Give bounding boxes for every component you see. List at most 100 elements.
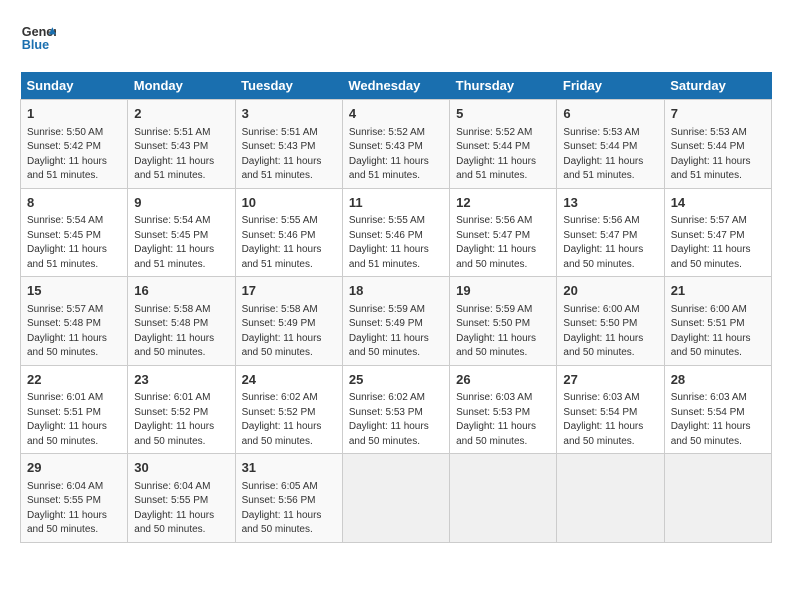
calendar-week-row: 8 Sunrise: 5:54 AMSunset: 5:45 PMDaylight… <box>21 188 772 277</box>
day-info: Sunrise: 5:52 AMSunset: 5:44 PMDaylight:… <box>456 127 536 182</box>
day-info: Sunrise: 5:57 AMSunset: 5:47 PMDaylight:… <box>671 215 751 270</box>
calendar-day-header: Sunday <box>21 72 128 100</box>
day-info: Sunrise: 5:58 AMSunset: 5:49 PMDaylight:… <box>242 304 322 359</box>
calendar-day-cell: 9 Sunrise: 5:54 AMSunset: 5:45 PMDaylight… <box>128 188 235 277</box>
day-info: Sunrise: 5:53 AMSunset: 5:44 PMDaylight:… <box>671 127 751 182</box>
day-number: 2 <box>134 105 228 123</box>
calendar-day-cell: 11Sunrise: 5:55 AMSunset: 5:46 PMDayligh… <box>342 188 449 277</box>
page-header: General Blue <box>20 20 772 56</box>
calendar-header-row: SundayMondayTuesdayWednesdayThursdayFrid… <box>21 72 772 100</box>
day-info: Sunrise: 5:59 AMSunset: 5:50 PMDaylight:… <box>456 304 536 359</box>
calendar-week-row: 1Sunrise: 5:50 AMSunset: 5:42 PMDaylight… <box>21 100 772 189</box>
calendar-week-row: 29 Sunrise: 6:04 AMSunset: 5:55 PMDayligh… <box>21 454 772 543</box>
calendar-day-cell: 16 Sunrise: 5:58 AMSunset: 5:48 PMDayligh… <box>128 277 235 366</box>
day-info: Sunrise: 5:54 AMSunset: 5:45 PMDaylight:… <box>134 215 214 270</box>
calendar-day-cell: 29 Sunrise: 6:04 AMSunset: 5:55 PMDayligh… <box>21 454 128 543</box>
day-number: 7 <box>671 105 765 123</box>
day-info: Sunrise: 5:55 AMSunset: 5:46 PMDaylight:… <box>242 215 322 270</box>
day-info: Sunrise: 5:59 AMSunset: 5:49 PMDaylight:… <box>349 304 429 359</box>
calendar-day-cell: 5Sunrise: 5:52 AMSunset: 5:44 PMDaylight… <box>450 100 557 189</box>
calendar-week-row: 15 Sunrise: 5:57 AMSunset: 5:48 PMDayligh… <box>21 277 772 366</box>
calendar-day-cell: 10 Sunrise: 5:55 AMSunset: 5:46 PMDayligh… <box>235 188 342 277</box>
day-info: Sunrise: 5:53 AMSunset: 5:44 PMDaylight:… <box>563 127 643 182</box>
logo-icon: General Blue <box>20 20 56 56</box>
day-number: 12 <box>456 194 550 212</box>
day-info: Sunrise: 6:03 AMSunset: 5:54 PMDaylight:… <box>563 392 643 447</box>
calendar-day-cell: 8Sunrise: 5:54 AMSunset: 5:45 PMDaylight… <box>21 188 128 277</box>
day-number: 1 <box>27 105 121 123</box>
calendar-body: 1Sunrise: 5:50 AMSunset: 5:42 PMDaylight… <box>21 100 772 543</box>
calendar-day-cell: 28 Sunrise: 6:03 AMSunset: 5:54 PMDayligh… <box>664 365 771 454</box>
day-info: Sunrise: 5:56 AMSunset: 5:47 PMDaylight:… <box>456 215 536 270</box>
calendar-week-row: 22Sunrise: 6:01 AMSunset: 5:51 PMDayligh… <box>21 365 772 454</box>
day-number: 3 <box>242 105 336 123</box>
calendar-day-header: Thursday <box>450 72 557 100</box>
day-number: 31 <box>242 459 336 477</box>
calendar-day-cell: 17 Sunrise: 5:58 AMSunset: 5:49 PMDayligh… <box>235 277 342 366</box>
calendar-day-cell: 24 Sunrise: 6:02 AMSunset: 5:52 PMDayligh… <box>235 365 342 454</box>
calendar-day-cell: 23 Sunrise: 6:01 AMSunset: 5:52 PMDayligh… <box>128 365 235 454</box>
day-number: 24 <box>242 371 336 389</box>
day-number: 14 <box>671 194 765 212</box>
calendar-day-cell: 2 Sunrise: 5:51 AMSunset: 5:43 PMDaylight… <box>128 100 235 189</box>
day-info: Sunrise: 5:52 AMSunset: 5:43 PMDaylight:… <box>349 127 429 182</box>
day-info: Sunrise: 6:05 AMSunset: 5:56 PMDaylight:… <box>242 481 322 536</box>
day-info: Sunrise: 6:01 AMSunset: 5:51 PMDaylight:… <box>27 392 107 447</box>
day-number: 25 <box>349 371 443 389</box>
day-info: Sunrise: 6:03 AMSunset: 5:53 PMDaylight:… <box>456 392 536 447</box>
day-number: 20 <box>563 282 657 300</box>
day-number: 30 <box>134 459 228 477</box>
calendar-day-cell: 1Sunrise: 5:50 AMSunset: 5:42 PMDaylight… <box>21 100 128 189</box>
day-info: Sunrise: 6:01 AMSunset: 5:52 PMDaylight:… <box>134 392 214 447</box>
calendar-day-cell: 19Sunrise: 5:59 AMSunset: 5:50 PMDayligh… <box>450 277 557 366</box>
day-info: Sunrise: 6:02 AMSunset: 5:52 PMDaylight:… <box>242 392 322 447</box>
day-info: Sunrise: 6:03 AMSunset: 5:54 PMDaylight:… <box>671 392 751 447</box>
calendar-day-cell: 31 Sunrise: 6:05 AMSunset: 5:56 PMDayligh… <box>235 454 342 543</box>
day-info: Sunrise: 5:57 AMSunset: 5:48 PMDaylight:… <box>27 304 107 359</box>
calendar-day-cell: 6 Sunrise: 5:53 AMSunset: 5:44 PMDaylight… <box>557 100 664 189</box>
calendar-day-cell: 25 Sunrise: 6:02 AMSunset: 5:53 PMDayligh… <box>342 365 449 454</box>
day-number: 9 <box>134 194 228 212</box>
calendar-day-header: Monday <box>128 72 235 100</box>
day-number: 17 <box>242 282 336 300</box>
calendar-day-cell: 26 Sunrise: 6:03 AMSunset: 5:53 PMDayligh… <box>450 365 557 454</box>
calendar-day-header: Tuesday <box>235 72 342 100</box>
calendar-day-cell <box>342 454 449 543</box>
calendar-day-cell: 13Sunrise: 5:56 AMSunset: 5:47 PMDayligh… <box>557 188 664 277</box>
day-number: 21 <box>671 282 765 300</box>
calendar-day-cell: 3 Sunrise: 5:51 AMSunset: 5:43 PMDaylight… <box>235 100 342 189</box>
calendar-day-cell <box>450 454 557 543</box>
logo: General Blue <box>20 20 56 56</box>
day-info: Sunrise: 5:58 AMSunset: 5:48 PMDaylight:… <box>134 304 214 359</box>
day-number: 16 <box>134 282 228 300</box>
calendar-day-cell: 18 Sunrise: 5:59 AMSunset: 5:49 PMDayligh… <box>342 277 449 366</box>
svg-text:Blue: Blue <box>22 38 49 52</box>
day-number: 29 <box>27 459 121 477</box>
calendar-day-header: Friday <box>557 72 664 100</box>
day-number: 23 <box>134 371 228 389</box>
calendar-day-cell <box>664 454 771 543</box>
calendar-day-cell: 30Sunrise: 6:04 AMSunset: 5:55 PMDayligh… <box>128 454 235 543</box>
day-number: 11 <box>349 194 443 212</box>
calendar-day-cell: 21Sunrise: 6:00 AMSunset: 5:51 PMDayligh… <box>664 277 771 366</box>
calendar-day-cell: 20Sunrise: 6:00 AMSunset: 5:50 PMDayligh… <box>557 277 664 366</box>
calendar-day-cell: 7 Sunrise: 5:53 AMSunset: 5:44 PMDaylight… <box>664 100 771 189</box>
day-number: 18 <box>349 282 443 300</box>
day-number: 28 <box>671 371 765 389</box>
day-info: Sunrise: 5:51 AMSunset: 5:43 PMDaylight:… <box>242 127 322 182</box>
day-number: 15 <box>27 282 121 300</box>
calendar-table: SundayMondayTuesdayWednesdayThursdayFrid… <box>20 72 772 543</box>
calendar-day-header: Wednesday <box>342 72 449 100</box>
day-info: Sunrise: 6:04 AMSunset: 5:55 PMDaylight:… <box>27 481 107 536</box>
day-number: 6 <box>563 105 657 123</box>
day-info: Sunrise: 5:56 AMSunset: 5:47 PMDaylight:… <box>563 215 643 270</box>
calendar-day-cell: 15 Sunrise: 5:57 AMSunset: 5:48 PMDayligh… <box>21 277 128 366</box>
day-number: 26 <box>456 371 550 389</box>
day-info: Sunrise: 5:51 AMSunset: 5:43 PMDaylight:… <box>134 127 214 182</box>
day-info: Sunrise: 6:02 AMSunset: 5:53 PMDaylight:… <box>349 392 429 447</box>
calendar-day-cell: 12 Sunrise: 5:56 AMSunset: 5:47 PMDayligh… <box>450 188 557 277</box>
calendar-day-header: Saturday <box>664 72 771 100</box>
day-number: 10 <box>242 194 336 212</box>
day-number: 8 <box>27 194 121 212</box>
calendar-day-cell: 4Sunrise: 5:52 AMSunset: 5:43 PMDaylight… <box>342 100 449 189</box>
